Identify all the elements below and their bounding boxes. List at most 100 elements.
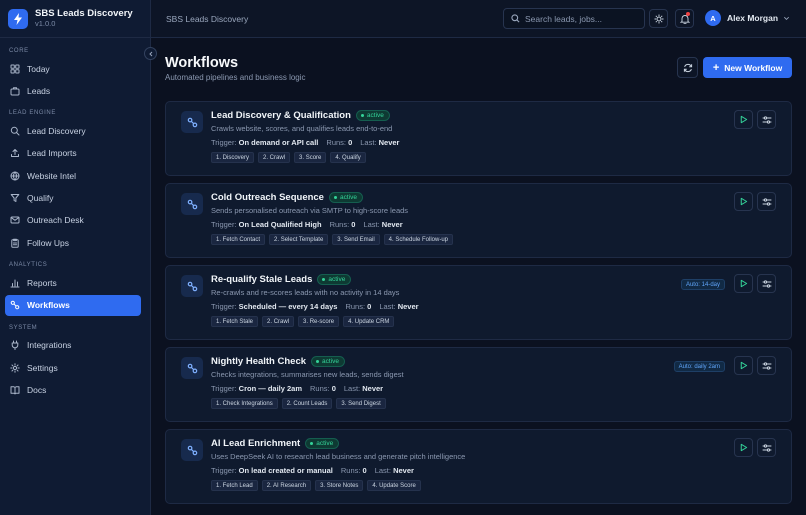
sidebar-item-label: Website Intel [27, 170, 76, 181]
brand[interactable]: SBS Leads Discovery v1.0.0 [0, 0, 150, 38]
workflow-card[interactable]: Re-qualify Stale Leads active Re-crawls an… [165, 265, 792, 340]
step-chip: 2. Crawl [262, 316, 295, 327]
chevron-left-icon [148, 51, 152, 56]
run-workflow-button[interactable] [734, 192, 753, 211]
status-badge: active [305, 438, 340, 449]
sidebar-item-website-intel[interactable]: Website Intel [5, 165, 141, 186]
sidebar-item-today[interactable]: Today [5, 58, 141, 79]
sidebar-item-label: Integrations [27, 340, 72, 351]
sidebar-item-qualify[interactable]: Qualify [5, 188, 141, 209]
step-chip: 1. Fetch Stale [211, 316, 259, 327]
sidebar-item-leads[interactable]: Leads [5, 80, 141, 101]
status-text: active [328, 276, 346, 283]
notification-dot [686, 12, 690, 16]
runs-label: Runs: [329, 220, 350, 229]
workflow-card[interactable]: Cold Outreach Sequence active Sends person… [165, 183, 792, 258]
last-value: Never [397, 302, 419, 311]
run-workflow-button[interactable] [734, 438, 753, 457]
sidebar-item-label: Lead Imports [27, 148, 77, 159]
avatar: A [705, 10, 721, 26]
sidebar-item-outreach-desk[interactable]: Outreach Desk [5, 210, 141, 231]
sliders-icon [762, 197, 771, 206]
configure-workflow-button[interactable] [757, 192, 776, 211]
sidebar-item-lead-imports[interactable]: Lead Imports [5, 143, 141, 164]
workflow-card[interactable]: Nightly Health Check active Checks integra… [165, 347, 792, 422]
runs-value: 0 [348, 138, 353, 147]
sidebar-item-label: Outreach Desk [27, 215, 84, 226]
last-label: Last: [374, 466, 391, 475]
workflow-meta: Trigger: On Lead Qualified High Runs: 0 La… [211, 220, 403, 229]
sliders-icon [762, 443, 771, 452]
sidebar-item-label: Workflows [27, 300, 70, 311]
run-workflow-button[interactable] [734, 274, 753, 293]
book-icon [10, 385, 20, 395]
trigger-value: Scheduled — every 14 days [238, 302, 338, 311]
gear-icon [10, 362, 20, 373]
configure-workflow-button[interactable] [757, 274, 776, 293]
sidebar-item-label: Docs [27, 385, 47, 396]
schedule-badge: Auto: daily 2am [673, 361, 725, 372]
step-chip: 1. Fetch Contact [211, 234, 266, 245]
runs-label: Runs: [326, 138, 346, 147]
configure-workflow-button[interactable] [757, 438, 776, 457]
topbar: SBS Leads Discovery A Alex Morgan [151, 0, 806, 38]
sidebar-item-settings[interactable]: Settings [5, 357, 141, 378]
collapse-sidebar-button[interactable] [144, 47, 157, 60]
workflow-card[interactable]: Lead Discovery & Qualification active Craw… [165, 101, 792, 176]
nav-group-label: CORE [9, 48, 29, 54]
last-label: Last: [363, 220, 380, 229]
status-text: active [339, 194, 357, 201]
search-box[interactable] [503, 8, 645, 29]
status-dot [360, 114, 364, 117]
send-icon [10, 215, 20, 225]
step-chip: 2. Crawl [258, 152, 291, 163]
last-label: Last: [343, 384, 361, 393]
play-icon [740, 115, 748, 124]
theme-toggle-button[interactable] [649, 9, 668, 28]
sidebar-item-follow-ups[interactable]: Follow Ups [5, 232, 141, 253]
status-dot [310, 442, 314, 445]
configure-workflow-button[interactable] [757, 110, 776, 129]
lightning-icon [8, 8, 28, 29]
nav-group-label: SYSTEM [9, 324, 38, 331]
nav-group-label: ANALYTICS [9, 262, 48, 269]
last-value: Never [378, 138, 400, 147]
trigger-label: Trigger: [211, 384, 237, 393]
breadcrumb: SBS Leads Discovery [166, 14, 249, 24]
new-workflow-button[interactable]: + New Workflow [703, 57, 792, 78]
step-chip: 2. Select Template [269, 234, 329, 245]
refresh-button[interactable] [677, 57, 698, 78]
sidebar-nav: CORE Today Leads LEAD ENGINE Lead Discovery L… [0, 38, 150, 401]
workflow-icon [181, 275, 203, 297]
trigger-value: On demand or API call [238, 138, 319, 147]
run-workflow-button[interactable] [734, 356, 753, 375]
sidebar-item-docs[interactable]: Docs [5, 380, 141, 401]
status-dot [333, 196, 337, 199]
workflow-title: Lead Discovery & Qualification [211, 110, 351, 121]
step-chip: 4. Update CRM [343, 316, 395, 327]
sidebar-item-reports[interactable]: Reports [5, 272, 141, 293]
sidebar-item-label: Qualify [27, 193, 54, 204]
sidebar-item-workflows[interactable]: Workflows [5, 294, 141, 316]
trigger-label: Trigger: [211, 220, 237, 229]
sidebar-item-lead-discovery[interactable]: Lead Discovery [5, 120, 141, 141]
workflow-meta: Trigger: On demand or API call Runs: 0 Las… [211, 138, 399, 147]
runs-value: 0 [351, 220, 356, 229]
workflow-description: Sends personalised outreach via SMTP to … [211, 206, 409, 215]
last-value: Never [362, 384, 384, 393]
sidebar-item-integrations[interactable]: Integrations [5, 335, 141, 356]
run-workflow-button[interactable] [734, 110, 753, 129]
user-menu[interactable]: A Alex Morgan [705, 10, 790, 26]
workflow-icon [181, 111, 203, 133]
play-icon [740, 361, 748, 370]
clipboard-icon [10, 238, 20, 248]
configure-workflow-button[interactable] [757, 356, 776, 375]
step-chip: 4. Qualify [330, 152, 366, 163]
runs-value: 0 [367, 302, 372, 311]
step-chip: 4. Schedule Follow-up [383, 234, 454, 245]
workflow-card[interactable]: AI Lead Enrichment active Uses DeepSeek AI… [165, 429, 792, 504]
status-badge: active [328, 192, 363, 203]
search-input[interactable] [525, 13, 635, 24]
search-icon [10, 126, 20, 136]
notifications-button[interactable] [675, 9, 694, 28]
